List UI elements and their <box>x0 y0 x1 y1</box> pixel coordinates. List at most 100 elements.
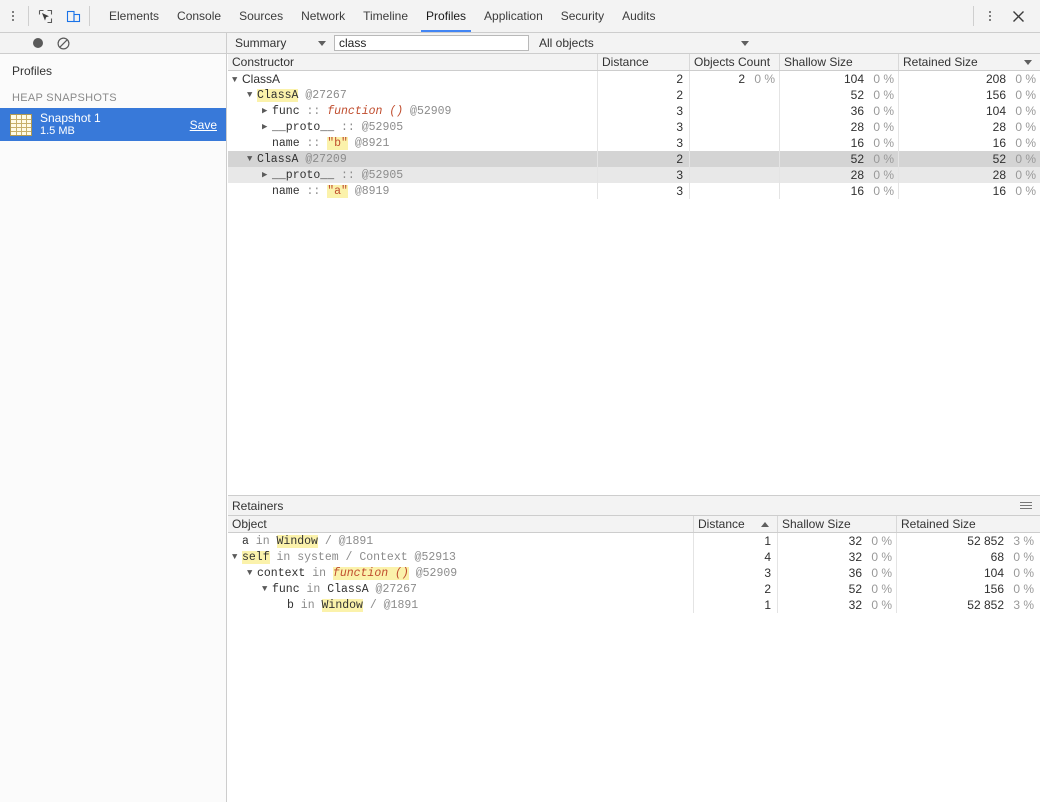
column-header-object[interactable]: Object <box>228 516 694 532</box>
sidebar-group-heap-snapshots: HEAP SNAPSHOTS <box>12 92 117 104</box>
table-row[interactable]: ▼ ClassA 2 2 0 % 104 0 % 208 0 % <box>228 71 1040 87</box>
column-header-retainer-distance[interactable]: Distance <box>694 516 778 532</box>
tab-timeline[interactable]: Timeline <box>354 0 417 32</box>
disclosure-triangle-open-icon[interactable]: ▼ <box>232 72 242 87</box>
save-snapshot-link[interactable]: Save <box>190 118 217 132</box>
column-label: Constructor <box>232 55 295 69</box>
tab-elements[interactable]: Elements <box>100 0 168 32</box>
sidebar-item-snapshot-1[interactable]: Snapshot 1 1.5 MB Save <box>0 108 226 141</box>
column-header-retainer-retained-size[interactable]: Retained Size <box>897 516 1038 532</box>
clear-no-entry-icon[interactable] <box>57 36 70 50</box>
tab-audits[interactable]: Audits <box>613 0 664 32</box>
disclosure-triangle-closed-icon[interactable]: ▶ <box>262 103 272 119</box>
disclosure-triangle-open-icon[interactable]: ▼ <box>247 87 257 103</box>
object-id: @52913 <box>414 551 456 564</box>
tab-console[interactable]: Console <box>168 0 230 32</box>
cell-object[interactable]: ▼ func in ClassA @27267 <box>228 581 694 597</box>
cell-constructor[interactable]: ▼ ClassA <box>228 71 598 87</box>
cell-object[interactable]: ▶a in Window / @1891 <box>228 533 694 549</box>
table-row[interactable]: ▼ func in ClassA @27267 2 52 0 % 156 0 % <box>228 581 1040 597</box>
object-scope-select[interactable]: All objects <box>539 33 749 53</box>
cell-constructor[interactable]: ▶ __proto__ :: @52905 <box>228 119 598 135</box>
view-mode-select[interactable]: Summary <box>228 33 332 53</box>
shallow-percent: 0 % <box>873 72 894 86</box>
object-id: @52905 <box>361 169 404 182</box>
main-menu-button[interactable] <box>0 0 26 32</box>
retained-percent: 0 % <box>1015 88 1036 102</box>
table-row[interactable]: ▶ func :: function () @52909 3 36 0 % 104 0 % <box>228 103 1040 119</box>
disclosure-spacer: ▶ <box>262 183 272 199</box>
table-row[interactable]: ▶name :: "b" @89213160 %160 % <box>228 135 1040 151</box>
table-row[interactable]: ▼ self in system / Context @52913 4 32 0 % 68… <box>228 549 1040 565</box>
tab-profiles[interactable]: Profiles <box>417 0 475 32</box>
retained-value: 104 <box>985 104 1006 118</box>
object-id: :: <box>299 185 328 198</box>
record-circle-icon[interactable] <box>33 38 43 48</box>
table-row[interactable]: ▶ __proto__ :: @52905 3 28 0 % 28 0 % <box>228 119 1040 135</box>
property-name: a <box>242 535 249 548</box>
table-row[interactable]: ▼ context in function () @52909 3 36 0 % 104 0… <box>228 565 1040 581</box>
device-toolbar-icon[interactable] <box>59 3 87 29</box>
cell-shallow-size: 16 0 % <box>780 135 899 151</box>
retained-percent: 0 % <box>1013 566 1034 580</box>
column-header-retained-size[interactable]: Retained Size <box>899 54 1040 70</box>
disclosure-triangle-open-icon[interactable]: ▼ <box>262 581 272 597</box>
column-header-objects-count[interactable]: Objects Count <box>690 54 780 70</box>
cell-constructor[interactable]: ▶name :: "a" @8919 <box>228 183 598 199</box>
retained-percent: 0 % <box>1015 184 1036 198</box>
cell-constructor[interactable]: ▼ ClassA @27267 <box>228 87 598 103</box>
shallow-value: 52 <box>848 582 862 596</box>
cell-constructor[interactable]: ▶ __proto__ :: @52905 <box>228 167 598 183</box>
object-id: in system / Context <box>269 551 415 564</box>
table-row[interactable]: ▶ __proto__ :: @52905 3 28 0 % 28 0 % <box>228 167 1040 183</box>
shallow-value: 104 <box>843 72 864 86</box>
retained-value: 52 852 <box>967 534 1004 548</box>
retainers-grid-header: Object Distance Shallow Size Retained Si… <box>228 516 1040 533</box>
cell-constructor[interactable]: ▶name :: "b" @8921 <box>228 135 598 151</box>
tab-network[interactable]: Network <box>292 0 354 32</box>
function-token: function () <box>327 105 404 118</box>
shallow-percent: 0 % <box>873 120 894 134</box>
devtools-settings-menu-button[interactable] <box>976 3 1004 29</box>
table-row[interactable]: ▼ ClassA @27267 2 52 0 % 156 0 % <box>228 87 1040 103</box>
retained-percent: 0 % <box>1015 152 1036 166</box>
table-row[interactable]: ▶name :: "a" @89193160 %160 % <box>228 183 1040 199</box>
disclosure-triangle-open-icon[interactable]: ▼ <box>247 565 257 581</box>
column-header-retainer-shallow-size[interactable]: Shallow Size <box>778 516 897 532</box>
cell-object[interactable]: ▼ self in system / Context @52913 <box>228 549 694 565</box>
toolbar-divider <box>28 6 29 26</box>
table-row[interactable]: ▶a in Window / @18911320 %52 8523 % <box>228 533 1040 549</box>
cell-objects-count: 2 0 % <box>690 71 780 87</box>
table-row[interactable]: ▼ ClassA @27209 2 52 0 % 52 0 % <box>228 151 1040 167</box>
cell-retainer-distance: 3 <box>694 565 778 581</box>
string-value: "a" <box>327 185 348 198</box>
disclosure-triangle-closed-icon[interactable]: ▶ <box>262 167 272 183</box>
shallow-value: 28 <box>850 120 864 134</box>
disclosure-triangle-open-icon[interactable]: ▼ <box>232 549 242 565</box>
disclosure-triangle-open-icon[interactable]: ▼ <box>247 151 257 167</box>
cell-constructor[interactable]: ▼ ClassA @27209 <box>228 151 598 167</box>
table-row[interactable]: ▶b in Window / @18911320 %52 8523 % <box>228 597 1040 613</box>
cell-shallow-size: 52 0 % <box>780 151 899 167</box>
class-filter-input[interactable] <box>334 35 529 51</box>
sidebar-title: Profiles <box>12 64 53 78</box>
cell-constructor[interactable]: ▶ func :: function () @52909 <box>228 103 598 119</box>
cell-retainer-retained-size: 52 852 3 % <box>897 597 1038 613</box>
tab-application[interactable]: Application <box>475 0 552 32</box>
cell-object[interactable]: ▶b in Window / @1891 <box>228 597 694 613</box>
panel-menu-icon[interactable] <box>1020 502 1032 509</box>
cell-retained-size: 28 0 % <box>899 167 1040 183</box>
snapshot-text: Snapshot 1 1.5 MB <box>40 111 101 138</box>
retainers-grid-body: ▶a in Window / @18911320 %52 8523 %▼self… <box>228 533 1040 613</box>
column-header-constructor[interactable]: Constructor <box>228 54 598 70</box>
close-devtools-button[interactable] <box>1004 3 1032 29</box>
tab-sources[interactable]: Sources <box>230 0 292 32</box>
cell-object[interactable]: ▼ context in function () @52909 <box>228 565 694 581</box>
cell-distance: 3 <box>598 103 690 119</box>
inspect-element-icon[interactable] <box>31 3 59 29</box>
column-header-shallow-size[interactable]: Shallow Size <box>780 54 899 70</box>
tab-security[interactable]: Security <box>552 0 613 32</box>
column-header-distance[interactable]: Distance <box>598 54 690 70</box>
shallow-percent: 0 % <box>871 566 892 580</box>
disclosure-triangle-closed-icon[interactable]: ▶ <box>262 119 272 135</box>
